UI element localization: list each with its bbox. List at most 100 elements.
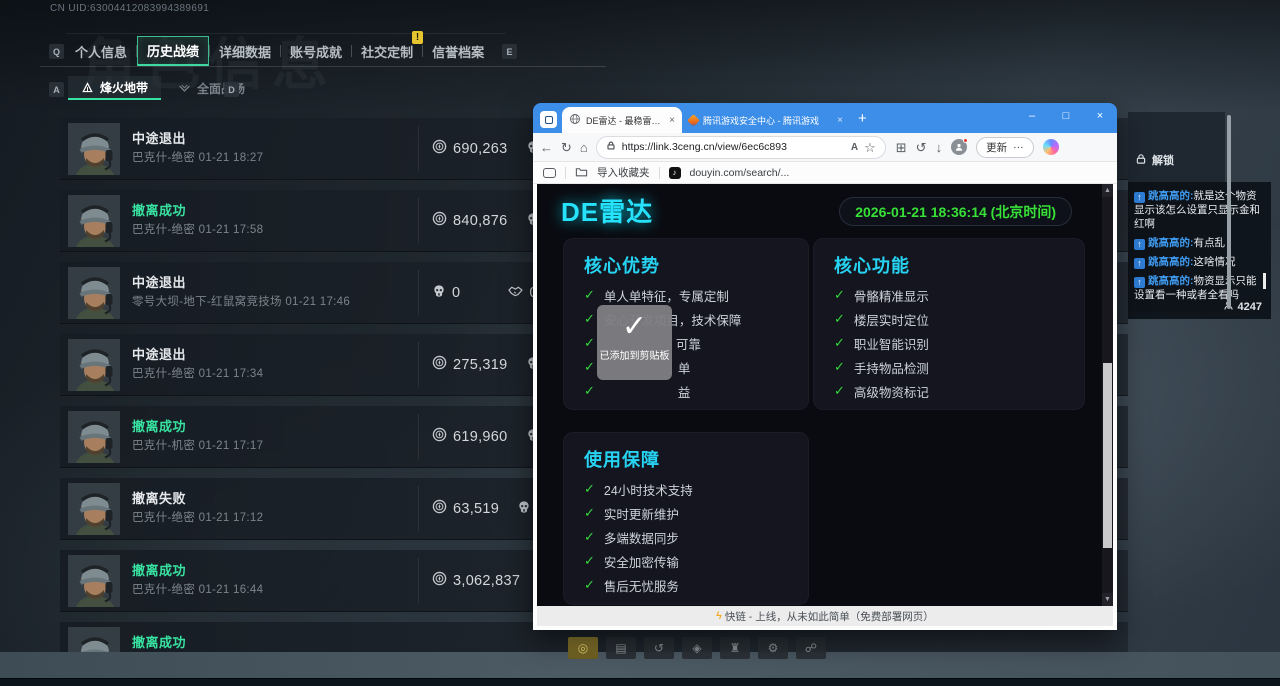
window-controls: – □ × [1015,103,1117,129]
coin-icon [432,139,447,158]
scroll-up-icon[interactable]: ▲ [1102,184,1113,197]
rotate-dock-icon[interactable]: ↺ [644,637,674,659]
chat-message: ↑跳高高的:有点乱 [1134,236,1265,250]
page-scrollbar[interactable]: ▲ ▼ [1102,184,1113,606]
key-hint-q: Q [49,44,64,59]
feature-list: ✓24小时技术支持✓实时更新维护✓多端数据同步✓安全加密传输✓售后无忧服务 [564,477,808,597]
rank-badge-icon: ↑ [1134,277,1145,288]
row-divider [418,198,419,243]
currency-dock-icon[interactable]: ◎ [568,637,598,659]
check-icon: ✓ [834,335,845,351]
mode-tab-2[interactable]: 全面战场 [165,76,258,100]
read-aloud-icon[interactable]: A [851,142,858,153]
row-divider [418,414,419,459]
chat-scrollbar[interactable] [1263,273,1266,289]
skull-icon [517,500,531,518]
rank-badge-icon: ↑ [1134,192,1145,203]
value-group: 3,062,837 [432,571,520,590]
browser-tab-2[interactable]: 腾讯游戏安全中心 - 腾讯游戏× [682,107,850,133]
feature-item: ✓楼层实时定位 [834,307,1076,331]
mode-tab-1[interactable]: 烽火地带 [68,76,161,100]
more-menu-icon[interactable]: ··· [1013,141,1024,153]
refresh-icon[interactable]: ↻ [561,141,572,154]
match-map-time: 巴克什-绝密 01-21 18:27 [132,149,263,165]
match-map-time: 巴克什-绝密 01-21 16:44 [132,581,263,597]
toast-check-icon: ✓ [597,305,672,349]
key-hint-e: E [502,44,517,59]
check-icon: ✓ [584,359,595,375]
card-core-features: 核心功能✓骨骼精准显示✓楼层实时定位✓职业智能识别✓手持物品检测✓高级物资标记 [813,238,1085,410]
avatar [68,123,120,175]
chat-message: ↑跳高高的:就是这个物资显示该怎么设置只显示金和红啊 [1134,189,1265,231]
address-bar[interactable]: https://link.3ceng.cn/view/6ec6c893 A ☆ [596,136,886,159]
back-icon[interactable]: ← [540,141,553,154]
tab-6[interactable]: 信誉档案 [423,36,493,66]
url-text[interactable]: https://link.3ceng.cn/view/6ec6c893 [622,141,845,153]
emblem-dock-icon[interactable]: ◈ [682,637,712,659]
unlock-row[interactable]: 解锁 [1135,152,1174,168]
value-group: 275,319 [432,355,508,374]
panel-scrollbar[interactable] [1227,115,1231,309]
side-pane-icon[interactable] [543,168,556,178]
chat-text: 有点乱 [1194,237,1226,249]
home-icon[interactable]: ⌂ [580,141,588,154]
tab-close-icon[interactable]: × [837,115,843,126]
feature-item: ✓24小时技术支持 [584,477,800,501]
check-icon: ✓ [834,311,845,327]
value-group: 840,876 [432,211,508,230]
tab-1[interactable]: 个人信息 [66,36,136,66]
favorite-star-icon[interactable]: ☆ [864,141,876,154]
scrollbar-thumb[interactable] [1103,363,1112,548]
coin-icon [432,571,447,590]
row-divider [418,126,419,171]
copilot-icon[interactable] [1043,139,1059,155]
match-map-time: 巴克什-绝密 01-21 17:58 [132,221,263,237]
chat-username: 跳高高的: [1148,256,1194,268]
history-icon[interactable]: ↺ [916,141,927,154]
check-icon: ✓ [584,505,595,521]
update-label: 更新 [986,140,1007,155]
tab-underline [40,66,606,67]
maximize-button[interactable]: □ [1049,103,1083,129]
lightning-icon: ϟ [716,610,722,622]
match-status: 撤离失败 [132,488,186,507]
profile-avatar[interactable] [951,139,967,155]
feature-item: ✓实时更新维护 [584,501,800,525]
avatar [68,195,120,247]
link-dock-icon[interactable]: ☍ [796,637,826,659]
chat-username: 跳高高的: [1148,237,1194,249]
crest-dock-icon[interactable]: ♜ [720,637,750,659]
check-icon: ✓ [834,383,845,399]
webpage-content: DE雷达 2026-01-21 18:36:14 (北京时间) 核心优势✓单人单… [533,184,1117,630]
collections-icon[interactable]: ⊞ [896,141,907,154]
tab-close-icon[interactable]: × [669,115,675,126]
viewer-count-value: 4247 [1238,301,1262,313]
gear-dock-icon[interactable]: ⚙ [758,637,788,659]
feature-text: 24小时技术支持 [604,480,693,499]
key-hint-a: A [49,82,64,97]
new-tab-button[interactable]: + [858,110,867,127]
download-icon[interactable]: ↓ [936,141,943,154]
match-map-time: 零号大坝-地下-红鼠窝竞技场 01-21 17:46 [132,293,350,309]
feature-item: ✓多端数据同步 [584,525,800,549]
main-tab-bar: 个人信息历史战绩详细数据账号成就社交定制信誉档案 [66,36,493,66]
scroll-down-icon[interactable]: ▼ [1102,593,1113,606]
match-status: 撤离成功 [132,200,186,219]
close-button[interactable]: × [1083,103,1117,129]
import-favorites-bookmark[interactable]: 导入收藏夹 [597,165,650,180]
storage-dock-icon[interactable]: ▤ [606,637,636,659]
section-title: 核心优势 [584,252,808,278]
feature-text: 多端数据同步 [604,528,679,547]
feature-text: 职业智能识别 [854,334,929,353]
update-button[interactable]: 更新 ··· [976,137,1034,158]
tab-workspaces-icon[interactable] [540,111,557,128]
minimize-button[interactable]: – [1015,103,1049,129]
tab-4[interactable]: 账号成就 [281,36,351,66]
tab-2[interactable]: 历史战绩 [137,36,209,66]
handshake-icon [508,284,523,301]
value-number: 275,319 [453,357,508,373]
browser-tab-1[interactable]: DE雷达 - 最稳雷达工具 实力开发× [562,107,682,133]
tab-3[interactable]: 详细数据 [210,36,280,66]
row-divider [418,270,419,315]
douyin-bookmark[interactable]: douyin.com/search/... [690,167,790,179]
